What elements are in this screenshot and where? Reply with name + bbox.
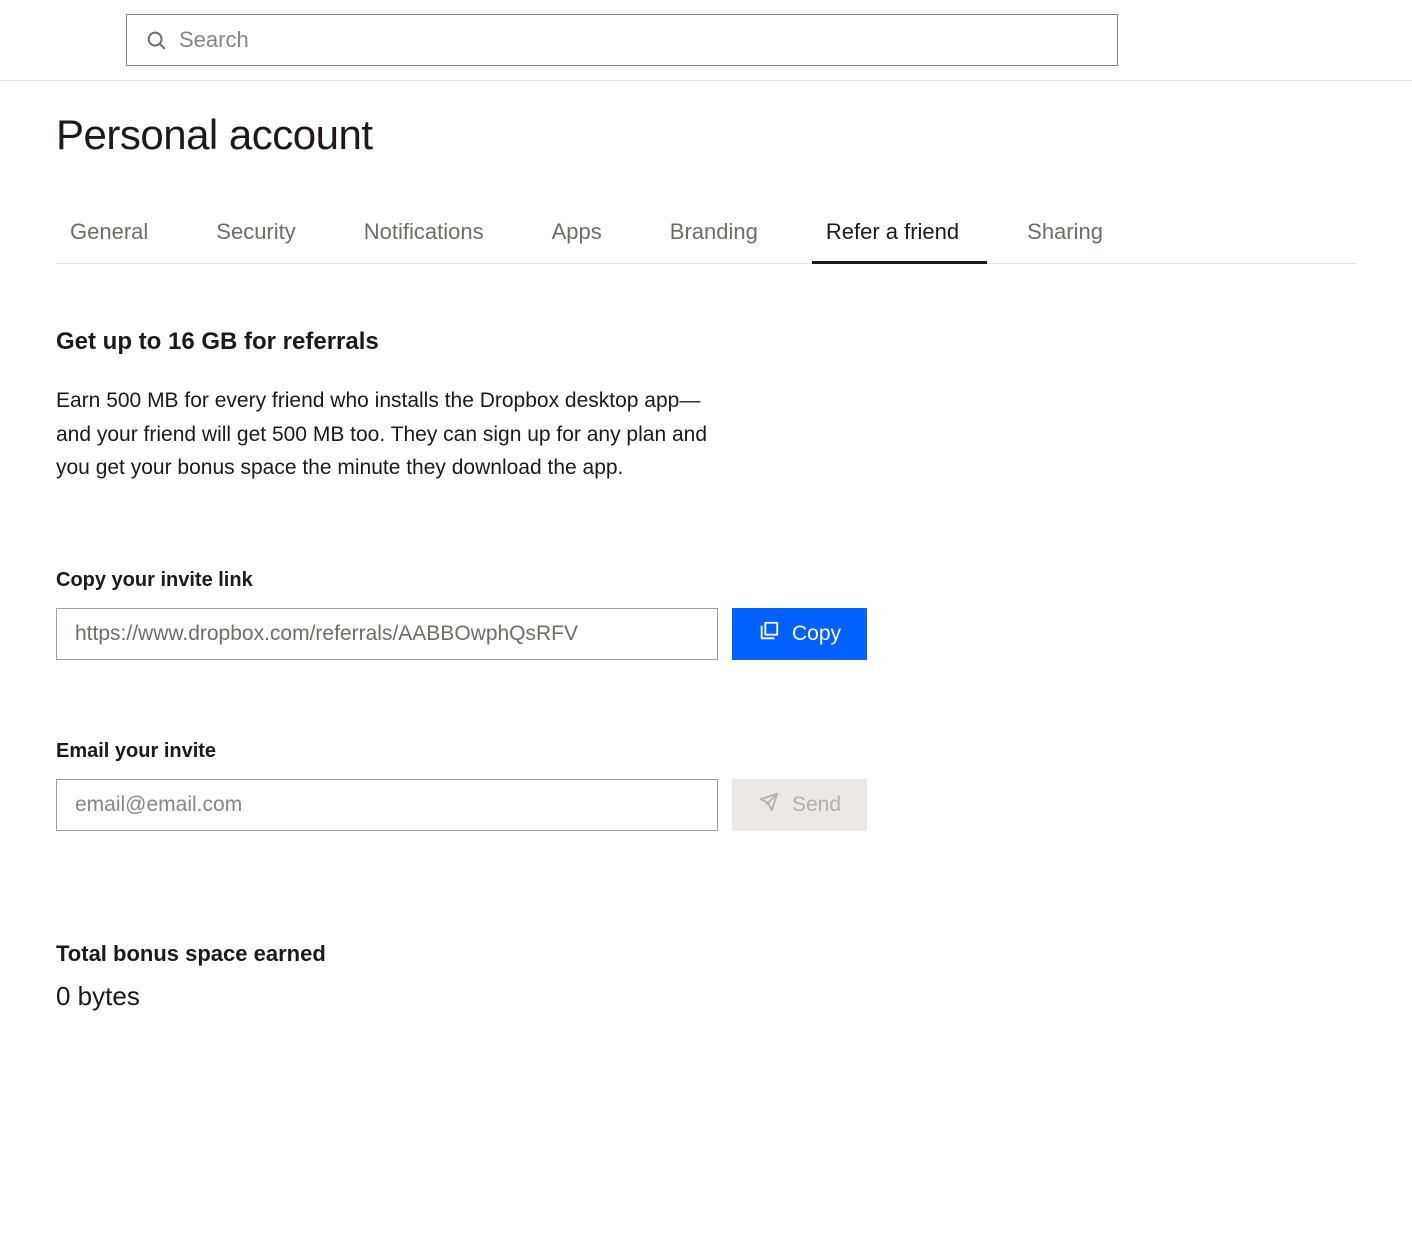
referral-intro-section: Get up to 16 GB for referrals Earn 500 M… (56, 328, 1356, 485)
send-button-label: Send (792, 793, 841, 817)
search-bar-container (0, 0, 1412, 81)
search-bar[interactable] (126, 14, 1118, 66)
tab-general[interactable]: General (56, 207, 176, 263)
copy-link-row: Copy (56, 608, 1356, 660)
copy-icon (758, 620, 780, 648)
search-input[interactable] (179, 27, 1099, 53)
copy-button-label: Copy (792, 622, 841, 646)
tab-sharing[interactable]: Sharing (1013, 207, 1131, 263)
email-invite-section: Email your invite Send (56, 740, 1356, 831)
copy-link-label: Copy your invite link (56, 569, 1356, 592)
bonus-label: Total bonus space earned (56, 941, 1356, 967)
copy-button[interactable]: Copy (732, 608, 867, 660)
tab-security[interactable]: Security (202, 207, 323, 263)
tab-refer-a-friend[interactable]: Refer a friend (812, 207, 987, 263)
referral-description: Earn 500 MB for every friend who install… (56, 384, 716, 485)
tab-notifications[interactable]: Notifications (350, 207, 512, 263)
send-icon (758, 791, 780, 819)
search-icon (145, 29, 167, 51)
page-title: Personal account (56, 111, 1356, 159)
invite-link-input[interactable] (56, 608, 718, 660)
bonus-section: Total bonus space earned 0 bytes (56, 941, 1356, 1012)
send-button[interactable]: Send (732, 779, 867, 831)
tab-apps[interactable]: Apps (538, 207, 630, 263)
email-invite-row: Send (56, 779, 1356, 831)
tab-branding[interactable]: Branding (656, 207, 786, 263)
copy-link-section: Copy your invite link Copy (56, 569, 1356, 660)
tabs: General Security Notifications Apps Bran… (56, 207, 1356, 264)
email-invite-input[interactable] (56, 779, 718, 831)
email-invite-label: Email your invite (56, 740, 1356, 763)
bonus-value: 0 bytes (56, 981, 1356, 1012)
content-area: Personal account General Security Notifi… (0, 81, 1412, 1052)
referral-heading: Get up to 16 GB for referrals (56, 328, 1356, 356)
